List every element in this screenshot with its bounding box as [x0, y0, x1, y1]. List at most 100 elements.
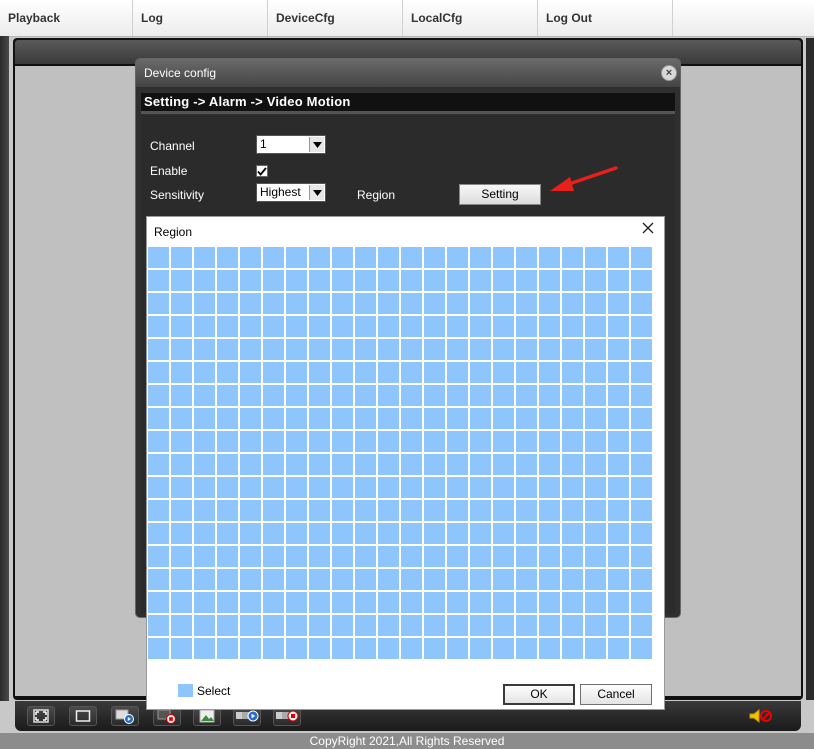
- region-grid-cell[interactable]: [424, 339, 445, 360]
- region-grid-cell[interactable]: [470, 615, 491, 636]
- region-grid-cell[interactable]: [539, 385, 560, 406]
- region-grid-cell[interactable]: [424, 638, 445, 659]
- region-grid-cell[interactable]: [631, 523, 652, 544]
- region-grid-cell[interactable]: [309, 408, 330, 429]
- region-grid-cell[interactable]: [355, 523, 376, 544]
- region-grid-cell[interactable]: [355, 546, 376, 567]
- region-grid-cell[interactable]: [286, 408, 307, 429]
- region-grid-cell[interactable]: [194, 638, 215, 659]
- region-grid-cell[interactable]: [378, 615, 399, 636]
- region-grid-cell[interactable]: [194, 316, 215, 337]
- region-grid-cell[interactable]: [240, 523, 261, 544]
- region-grid-cell[interactable]: [194, 431, 215, 452]
- region-grid-cell[interactable]: [424, 270, 445, 291]
- region-grid-cell[interactable]: [562, 431, 583, 452]
- region-grid-cell[interactable]: [332, 638, 353, 659]
- region-grid-cell[interactable]: [539, 500, 560, 521]
- region-grid-cell[interactable]: [332, 546, 353, 567]
- region-grid-cell[interactable]: [424, 477, 445, 498]
- region-grid-cell[interactable]: [240, 293, 261, 314]
- region-grid-cell[interactable]: [401, 500, 422, 521]
- region-grid-cell[interactable]: [378, 638, 399, 659]
- region-grid-cell[interactable]: [355, 362, 376, 383]
- region-grid-cell[interactable]: [562, 592, 583, 613]
- region-grid-cell[interactable]: [378, 385, 399, 406]
- region-grid-cell[interactable]: [309, 546, 330, 567]
- region-grid-cell[interactable]: [493, 523, 514, 544]
- region-grid-cell[interactable]: [194, 408, 215, 429]
- region-grid-cell[interactable]: [585, 546, 606, 567]
- region-grid-cell[interactable]: [286, 477, 307, 498]
- region-grid-cell[interactable]: [378, 477, 399, 498]
- region-grid-cell[interactable]: [286, 316, 307, 337]
- region-grid-cell[interactable]: [447, 316, 468, 337]
- region-grid-cell[interactable]: [424, 592, 445, 613]
- region-grid-cell[interactable]: [608, 592, 629, 613]
- region-grid-cell[interactable]: [148, 454, 169, 475]
- region-grid-cell[interactable]: [608, 293, 629, 314]
- region-grid-cell[interactable]: [516, 454, 537, 475]
- region-grid-cell[interactable]: [631, 638, 652, 659]
- region-grid-cell[interactable]: [286, 270, 307, 291]
- region-grid-cell[interactable]: [401, 638, 422, 659]
- region-grid-cell[interactable]: [378, 408, 399, 429]
- region-grid-cell[interactable]: [401, 293, 422, 314]
- region-grid-cell[interactable]: [447, 546, 468, 567]
- region-grid-cell[interactable]: [286, 247, 307, 268]
- region-grid-cell[interactable]: [470, 270, 491, 291]
- region-grid-cell[interactable]: [470, 408, 491, 429]
- region-grid-cell[interactable]: [286, 615, 307, 636]
- region-grid-cell[interactable]: [424, 316, 445, 337]
- region-grid-cell[interactable]: [585, 523, 606, 544]
- region-grid-cell[interactable]: [585, 477, 606, 498]
- region-grid-cell[interactable]: [562, 362, 583, 383]
- region-grid-cell[interactable]: [286, 500, 307, 521]
- region-grid-cell[interactable]: [217, 615, 238, 636]
- region-grid-cell[interactable]: [447, 270, 468, 291]
- region-grid-cell[interactable]: [585, 408, 606, 429]
- region-grid-cell[interactable]: [309, 615, 330, 636]
- region-grid-cell[interactable]: [401, 316, 422, 337]
- region-grid-cell[interactable]: [148, 592, 169, 613]
- region-grid-cell[interactable]: [240, 615, 261, 636]
- region-grid-cell[interactable]: [631, 454, 652, 475]
- region-grid-cell[interactable]: [401, 270, 422, 291]
- region-grid-cell[interactable]: [585, 385, 606, 406]
- region-grid-cell[interactable]: [378, 293, 399, 314]
- region-grid-cell[interactable]: [286, 362, 307, 383]
- region-grid-cell[interactable]: [217, 270, 238, 291]
- region-grid-cell[interactable]: [493, 638, 514, 659]
- region-grid-cell[interactable]: [631, 247, 652, 268]
- region-grid-cell[interactable]: [631, 546, 652, 567]
- channel-select[interactable]: 1: [256, 135, 326, 154]
- region-grid-cell[interactable]: [171, 293, 192, 314]
- region-grid-cell[interactable]: [401, 569, 422, 590]
- menu-item-localcfg[interactable]: LocalCfg: [403, 0, 538, 36]
- region-grid-cell[interactable]: [378, 247, 399, 268]
- region-grid-cell[interactable]: [585, 431, 606, 452]
- region-grid-cell[interactable]: [562, 408, 583, 429]
- region-grid-cell[interactable]: [355, 270, 376, 291]
- region-grid-cell[interactable]: [470, 362, 491, 383]
- region-grid-cell[interactable]: [447, 339, 468, 360]
- region-grid-cell[interactable]: [286, 569, 307, 590]
- region-grid-cell[interactable]: [631, 477, 652, 498]
- region-grid-cell[interactable]: [217, 316, 238, 337]
- region-grid-cell[interactable]: [424, 569, 445, 590]
- region-grid-cell[interactable]: [217, 500, 238, 521]
- device-config-close-button[interactable]: ×: [661, 65, 677, 81]
- menu-item-playback[interactable]: Playback: [0, 0, 133, 36]
- region-grid-cell[interactable]: [401, 454, 422, 475]
- region-grid-cell[interactable]: [447, 615, 468, 636]
- region-grid-cell[interactable]: [493, 569, 514, 590]
- region-grid-cell[interactable]: [355, 316, 376, 337]
- region-grid-cell[interactable]: [286, 546, 307, 567]
- record-play-button[interactable]: [111, 706, 139, 726]
- region-grid-cell[interactable]: [447, 247, 468, 268]
- region-grid-cell[interactable]: [332, 477, 353, 498]
- region-grid-cell[interactable]: [424, 408, 445, 429]
- region-grid-cell[interactable]: [493, 339, 514, 360]
- region-grid-cell[interactable]: [309, 592, 330, 613]
- region-grid-cell[interactable]: [217, 385, 238, 406]
- region-grid-cell[interactable]: [217, 293, 238, 314]
